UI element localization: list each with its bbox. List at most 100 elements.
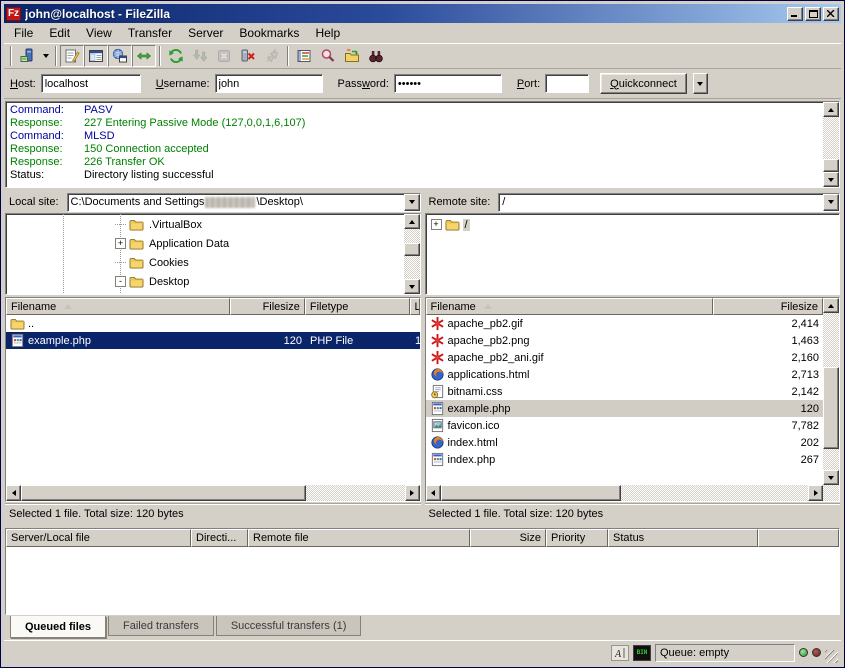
menu-item-help[interactable]: Help bbox=[307, 24, 348, 42]
tree-item-virtualbox[interactable]: .VirtualBox bbox=[7, 215, 403, 234]
scrollbar-thumb[interactable] bbox=[823, 159, 839, 172]
column-header-filename[interactable]: Filename bbox=[6, 298, 230, 315]
tree-item-desktop[interactable]: - Desktop bbox=[7, 272, 403, 291]
file-row[interactable]: apache_pb2_ani.gif 2,160 bbox=[426, 349, 824, 366]
scroll-up-button[interactable] bbox=[404, 214, 420, 229]
menu-item-transfer[interactable]: Transfer bbox=[120, 24, 180, 42]
scroll-down-button[interactable] bbox=[823, 470, 839, 485]
scrollbar-thumb[interactable] bbox=[441, 485, 621, 501]
tab-failed-transfers[interactable]: Failed transfers bbox=[108, 616, 214, 636]
local-horizontal-scrollbar[interactable] bbox=[6, 485, 420, 501]
file-row-example-php[interactable]: example.php 120 PHP File 1 bbox=[6, 332, 420, 349]
toggle-message-log-button[interactable] bbox=[60, 45, 84, 67]
column-header-filename[interactable]: Filename bbox=[426, 298, 713, 315]
message-log-icon bbox=[64, 48, 80, 64]
process-queue-button[interactable] bbox=[188, 45, 212, 67]
toggle-transfer-queue-button[interactable] bbox=[132, 45, 156, 67]
refresh-button[interactable] bbox=[164, 45, 188, 67]
column-header-server-local-file[interactable]: Server/Local file bbox=[6, 529, 191, 547]
find-files-button[interactable] bbox=[364, 45, 388, 67]
queue-tabs: Queued files Failed transfers Successful… bbox=[4, 615, 841, 640]
column-header-filesize[interactable]: Filesize bbox=[713, 298, 824, 315]
host-input[interactable] bbox=[41, 74, 141, 93]
site-manager-button[interactable] bbox=[15, 45, 39, 67]
remote-path-dropdown-button[interactable] bbox=[823, 194, 839, 211]
menu-item-bookmarks[interactable]: Bookmarks bbox=[231, 24, 307, 42]
scroll-left-button[interactable] bbox=[426, 485, 441, 501]
quickconnect-button[interactable]: Quickconnect bbox=[600, 73, 687, 94]
maximize-icon bbox=[809, 10, 818, 18]
scroll-left-button[interactable] bbox=[6, 485, 21, 501]
file-row[interactable]: favicon.ico 7,782 bbox=[426, 417, 824, 434]
menu-item-file[interactable]: File bbox=[6, 24, 41, 42]
scroll-down-button[interactable] bbox=[823, 172, 839, 187]
resize-grip[interactable] bbox=[825, 650, 838, 663]
quickconnect-dropdown[interactable] bbox=[693, 73, 708, 94]
column-header-filetype[interactable]: Filetype bbox=[305, 298, 410, 315]
remote-horizontal-scrollbar[interactable] bbox=[426, 485, 840, 501]
remote-vertical-scrollbar[interactable] bbox=[823, 298, 839, 485]
datatype-binary-indicator-icon[interactable]: BIN bbox=[633, 645, 651, 661]
log-line: Command:MLSD bbox=[10, 130, 821, 143]
port-label: Port: bbox=[517, 78, 540, 90]
tree-item-application-data[interactable]: + Application Data bbox=[7, 234, 403, 253]
file-row-example-php[interactable]: example.php 120 bbox=[426, 400, 824, 417]
site-manager-dropdown[interactable] bbox=[39, 45, 52, 67]
local-tree-scrollbar[interactable] bbox=[404, 214, 420, 294]
file-row[interactable]: index.php 267 bbox=[426, 451, 824, 468]
remote-path-combo[interactable]: / bbox=[498, 193, 840, 212]
scroll-right-button[interactable] bbox=[405, 485, 420, 501]
column-header-filesize[interactable]: Filesize bbox=[230, 298, 305, 315]
file-row[interactable]: bitnami.css 2,142 bbox=[426, 383, 824, 400]
file-row-parent-dir[interactable]: .. bbox=[6, 315, 420, 332]
column-header-priority[interactable]: Priority bbox=[546, 529, 608, 547]
column-header-status[interactable]: Status bbox=[608, 529, 758, 547]
local-path-combo[interactable]: C:\Documents and Settings\Desktop\ bbox=[67, 193, 421, 212]
scrollbar-thumb[interactable] bbox=[21, 485, 306, 501]
log-line: Status:Directory listing successful bbox=[10, 169, 821, 182]
menu-item-view[interactable]: View bbox=[78, 24, 120, 42]
minimize-button[interactable] bbox=[787, 7, 803, 21]
filter-button[interactable] bbox=[292, 45, 316, 67]
synchronized-browsing-button[interactable] bbox=[340, 45, 364, 67]
close-button[interactable] bbox=[823, 7, 839, 21]
titlebar[interactable]: Fz john@localhost - FileZilla bbox=[4, 4, 841, 23]
column-header-last-modified[interactable]: L bbox=[410, 298, 420, 315]
file-row[interactable]: apache_pb2.gif 2,414 bbox=[426, 315, 824, 332]
scroll-up-button[interactable] bbox=[823, 102, 839, 117]
expand-icon[interactable]: + bbox=[431, 219, 442, 230]
collapse-icon[interactable]: - bbox=[115, 276, 126, 287]
directory-comparison-button[interactable] bbox=[316, 45, 340, 67]
tree-item-cookies[interactable]: Cookies bbox=[7, 253, 403, 272]
tree-item-root[interactable]: + / bbox=[427, 215, 838, 234]
scrollbar-thumb[interactable] bbox=[823, 367, 839, 449]
disconnect-button[interactable] bbox=[236, 45, 260, 67]
log-vertical-scrollbar[interactable] bbox=[823, 102, 839, 187]
scroll-right-button[interactable] bbox=[808, 485, 823, 501]
scrollbar-thumb[interactable] bbox=[404, 243, 420, 256]
scroll-down-button[interactable] bbox=[404, 279, 420, 294]
maximize-button[interactable] bbox=[805, 7, 821, 21]
arrow-up-icon bbox=[828, 304, 834, 308]
menu-item-edit[interactable]: Edit bbox=[41, 24, 78, 42]
column-header-direction[interactable]: Directi... bbox=[191, 529, 248, 547]
expand-icon[interactable]: + bbox=[115, 238, 126, 249]
cancel-operation-button[interactable] bbox=[212, 45, 236, 67]
column-header-size[interactable]: Size bbox=[470, 529, 546, 547]
toggle-remote-tree-button[interactable] bbox=[108, 45, 132, 67]
username-input[interactable] bbox=[215, 74, 323, 93]
port-input[interactable] bbox=[545, 74, 589, 93]
column-header-remote-file[interactable]: Remote file bbox=[248, 529, 470, 547]
reconnect-button[interactable] bbox=[260, 45, 284, 67]
tab-successful-transfers[interactable]: Successful transfers (1) bbox=[216, 616, 362, 636]
password-input[interactable] bbox=[394, 74, 502, 93]
toggle-local-tree-button[interactable] bbox=[84, 45, 108, 67]
file-row[interactable]: index.html 202 bbox=[426, 434, 824, 451]
local-path-dropdown-button[interactable] bbox=[404, 194, 420, 211]
file-row[interactable]: applications.html 2,713 bbox=[426, 366, 824, 383]
menu-item-server[interactable]: Server bbox=[180, 24, 231, 42]
datatype-ascii-icon[interactable]: A bbox=[611, 645, 629, 661]
tab-queued-files[interactable]: Queued files bbox=[10, 616, 106, 638]
scroll-up-button[interactable] bbox=[823, 298, 839, 313]
file-row[interactable]: apache_pb2.png 1,463 bbox=[426, 332, 824, 349]
